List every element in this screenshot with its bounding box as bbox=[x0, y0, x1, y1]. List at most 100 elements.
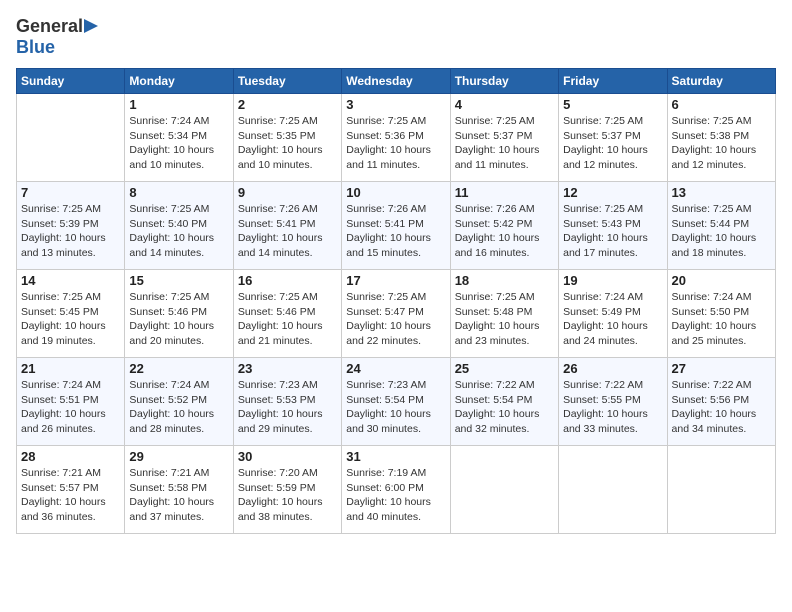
day-number: 21 bbox=[21, 361, 120, 376]
day-info: Sunrise: 7:25 AMSunset: 5:35 PMDaylight:… bbox=[238, 114, 337, 173]
day-number: 24 bbox=[346, 361, 445, 376]
calendar-week-row: 28 Sunrise: 7:21 AMSunset: 5:57 PMDayligh… bbox=[17, 446, 776, 534]
day-number: 12 bbox=[563, 185, 662, 200]
day-info: Sunrise: 7:24 AMSunset: 5:50 PMDaylight:… bbox=[672, 290, 771, 349]
day-info: Sunrise: 7:25 AMSunset: 5:43 PMDaylight:… bbox=[563, 202, 662, 261]
day-number: 8 bbox=[129, 185, 228, 200]
day-info: Sunrise: 7:23 AMSunset: 5:54 PMDaylight:… bbox=[346, 378, 445, 437]
calendar-cell: 10 Sunrise: 7:26 AMSunset: 5:41 PMDayligh… bbox=[342, 182, 450, 270]
day-info: Sunrise: 7:25 AMSunset: 5:37 PMDaylight:… bbox=[563, 114, 662, 173]
day-info: Sunrise: 7:26 AMSunset: 5:42 PMDaylight:… bbox=[455, 202, 554, 261]
day-info: Sunrise: 7:23 AMSunset: 5:53 PMDaylight:… bbox=[238, 378, 337, 437]
day-info: Sunrise: 7:25 AMSunset: 5:48 PMDaylight:… bbox=[455, 290, 554, 349]
calendar-week-row: 21 Sunrise: 7:24 AMSunset: 5:51 PMDayligh… bbox=[17, 358, 776, 446]
day-number: 29 bbox=[129, 449, 228, 464]
day-info: Sunrise: 7:21 AMSunset: 5:57 PMDaylight:… bbox=[21, 466, 120, 525]
day-info: Sunrise: 7:22 AMSunset: 5:54 PMDaylight:… bbox=[455, 378, 554, 437]
day-number: 10 bbox=[346, 185, 445, 200]
logo-blue-text: Blue bbox=[16, 37, 55, 57]
day-info: Sunrise: 7:26 AMSunset: 5:41 PMDaylight:… bbox=[346, 202, 445, 261]
day-info: Sunrise: 7:24 AMSunset: 5:52 PMDaylight:… bbox=[129, 378, 228, 437]
day-number: 3 bbox=[346, 97, 445, 112]
day-number: 19 bbox=[563, 273, 662, 288]
calendar-cell bbox=[559, 446, 667, 534]
logo-general-text: General bbox=[16, 16, 83, 37]
day-info: Sunrise: 7:25 AMSunset: 5:36 PMDaylight:… bbox=[346, 114, 445, 173]
calendar-cell: 8Sunrise: 7:25 AMSunset: 5:40 PMDaylight… bbox=[125, 182, 233, 270]
calendar-cell: 30 Sunrise: 7:20 AMSunset: 5:59 PMDayligh… bbox=[233, 446, 341, 534]
logo: General Blue bbox=[16, 16, 100, 58]
calendar-cell: 21 Sunrise: 7:24 AMSunset: 5:51 PMDayligh… bbox=[17, 358, 125, 446]
day-number: 18 bbox=[455, 273, 554, 288]
calendar-cell: 31 Sunrise: 7:19 AMSunset: 6:00 PMDayligh… bbox=[342, 446, 450, 534]
day-info: Sunrise: 7:25 AMSunset: 5:45 PMDaylight:… bbox=[21, 290, 120, 349]
header-wednesday: Wednesday bbox=[342, 69, 450, 94]
calendar-cell: 22 Sunrise: 7:24 AMSunset: 5:52 PMDayligh… bbox=[125, 358, 233, 446]
day-info: Sunrise: 7:24 AMSunset: 5:49 PMDaylight:… bbox=[563, 290, 662, 349]
day-info: Sunrise: 7:19 AMSunset: 6:00 PMDaylight:… bbox=[346, 466, 445, 525]
day-info: Sunrise: 7:26 AMSunset: 5:41 PMDaylight:… bbox=[238, 202, 337, 261]
calendar-cell: 19 Sunrise: 7:24 AMSunset: 5:49 PMDayligh… bbox=[559, 270, 667, 358]
calendar-cell: 16 Sunrise: 7:25 AMSunset: 5:46 PMDayligh… bbox=[233, 270, 341, 358]
header-friday: Friday bbox=[559, 69, 667, 94]
day-info: Sunrise: 7:21 AMSunset: 5:58 PMDaylight:… bbox=[129, 466, 228, 525]
day-number: 13 bbox=[672, 185, 771, 200]
day-info: Sunrise: 7:22 AMSunset: 5:56 PMDaylight:… bbox=[672, 378, 771, 437]
calendar-cell: 15 Sunrise: 7:25 AMSunset: 5:46 PMDayligh… bbox=[125, 270, 233, 358]
day-info: Sunrise: 7:25 AMSunset: 5:38 PMDaylight:… bbox=[672, 114, 771, 173]
logo-block: General Blue bbox=[16, 16, 100, 58]
day-info: Sunrise: 7:25 AMSunset: 5:37 PMDaylight:… bbox=[455, 114, 554, 173]
day-number: 28 bbox=[21, 449, 120, 464]
day-number: 6 bbox=[672, 97, 771, 112]
day-number: 2 bbox=[238, 97, 337, 112]
calendar-cell: 28 Sunrise: 7:21 AMSunset: 5:57 PMDayligh… bbox=[17, 446, 125, 534]
calendar-cell: 5Sunrise: 7:25 AMSunset: 5:37 PMDaylight… bbox=[559, 94, 667, 182]
calendar-cell: 17Sunrise: 7:25 AMSunset: 5:47 PMDayligh… bbox=[342, 270, 450, 358]
calendar-cell: 14Sunrise: 7:25 AMSunset: 5:45 PMDayligh… bbox=[17, 270, 125, 358]
day-number: 27 bbox=[672, 361, 771, 376]
day-info: Sunrise: 7:25 AMSunset: 5:39 PMDaylight:… bbox=[21, 202, 120, 261]
day-number: 17 bbox=[346, 273, 445, 288]
day-number: 1 bbox=[129, 97, 228, 112]
calendar-cell: 23Sunrise: 7:23 AMSunset: 5:53 PMDayligh… bbox=[233, 358, 341, 446]
calendar-cell: 27 Sunrise: 7:22 AMSunset: 5:56 PMDayligh… bbox=[667, 358, 775, 446]
day-info: Sunrise: 7:25 AMSunset: 5:46 PMDaylight:… bbox=[129, 290, 228, 349]
day-info: Sunrise: 7:25 AMSunset: 5:46 PMDaylight:… bbox=[238, 290, 337, 349]
calendar-cell: 20 Sunrise: 7:24 AMSunset: 5:50 PMDayligh… bbox=[667, 270, 775, 358]
calendar-cell: 13Sunrise: 7:25 AMSunset: 5:44 PMDayligh… bbox=[667, 182, 775, 270]
calendar-cell: 6 Sunrise: 7:25 AMSunset: 5:38 PMDaylight… bbox=[667, 94, 775, 182]
logo-arrow-icon bbox=[84, 17, 100, 35]
calendar-cell: 1Sunrise: 7:24 AMSunset: 5:34 PMDaylight… bbox=[125, 94, 233, 182]
day-info: Sunrise: 7:24 AMSunset: 5:51 PMDaylight:… bbox=[21, 378, 120, 437]
calendar-cell: 11Sunrise: 7:26 AMSunset: 5:42 PMDayligh… bbox=[450, 182, 558, 270]
day-info: Sunrise: 7:20 AMSunset: 5:59 PMDaylight:… bbox=[238, 466, 337, 525]
header-saturday: Saturday bbox=[667, 69, 775, 94]
calendar-header-row: Sunday Monday Tuesday Wednesday Thursday… bbox=[17, 69, 776, 94]
day-number: 20 bbox=[672, 273, 771, 288]
day-number: 25 bbox=[455, 361, 554, 376]
day-number: 9 bbox=[238, 185, 337, 200]
day-info: Sunrise: 7:22 AMSunset: 5:55 PMDaylight:… bbox=[563, 378, 662, 437]
calendar-cell bbox=[450, 446, 558, 534]
header-monday: Monday bbox=[125, 69, 233, 94]
calendar-cell bbox=[667, 446, 775, 534]
day-number: 15 bbox=[129, 273, 228, 288]
header-sunday: Sunday bbox=[17, 69, 125, 94]
day-number: 16 bbox=[238, 273, 337, 288]
calendar-cell: 7Sunrise: 7:25 AMSunset: 5:39 PMDaylight… bbox=[17, 182, 125, 270]
calendar-cell: 9 Sunrise: 7:26 AMSunset: 5:41 PMDaylight… bbox=[233, 182, 341, 270]
day-number: 30 bbox=[238, 449, 337, 464]
calendar-cell: 2 Sunrise: 7:25 AMSunset: 5:35 PMDaylight… bbox=[233, 94, 341, 182]
header-tuesday: Tuesday bbox=[233, 69, 341, 94]
calendar-cell: 25 Sunrise: 7:22 AMSunset: 5:54 PMDayligh… bbox=[450, 358, 558, 446]
day-number: 31 bbox=[346, 449, 445, 464]
calendar-cell: 29 Sunrise: 7:21 AMSunset: 5:58 PMDayligh… bbox=[125, 446, 233, 534]
calendar-cell: 18 Sunrise: 7:25 AMSunset: 5:48 PMDayligh… bbox=[450, 270, 558, 358]
day-number: 22 bbox=[129, 361, 228, 376]
calendar-table: Sunday Monday Tuesday Wednesday Thursday… bbox=[16, 68, 776, 534]
day-number: 26 bbox=[563, 361, 662, 376]
header-thursday: Thursday bbox=[450, 69, 558, 94]
calendar-cell: 4Sunrise: 7:25 AMSunset: 5:37 PMDaylight… bbox=[450, 94, 558, 182]
calendar-cell: 3 Sunrise: 7:25 AMSunset: 5:36 PMDaylight… bbox=[342, 94, 450, 182]
calendar-week-row: 1Sunrise: 7:24 AMSunset: 5:34 PMDaylight… bbox=[17, 94, 776, 182]
